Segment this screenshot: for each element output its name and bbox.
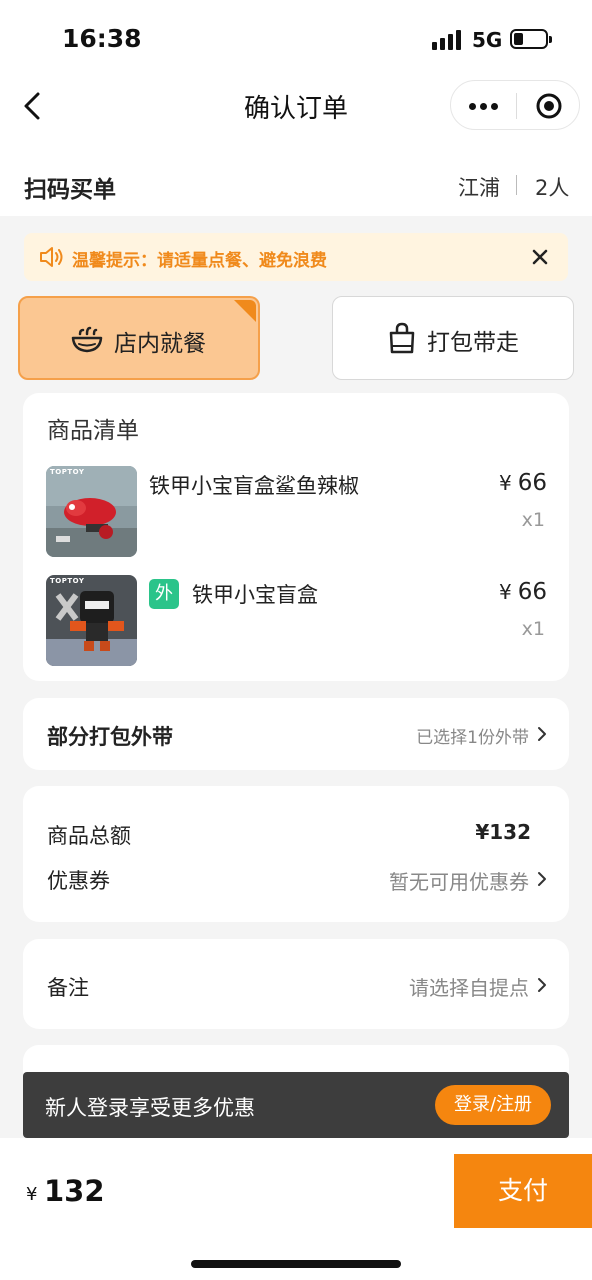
goods-price: ¥66	[499, 470, 547, 496]
goods-total-value: ¥132	[475, 820, 531, 844]
currency-symbol: ¥	[498, 471, 512, 495]
nav-bar: 确认订单	[0, 80, 592, 152]
goods-total-label: 商品总额	[47, 824, 131, 848]
battery-icon	[510, 29, 552, 49]
status-time: 16:38	[62, 24, 142, 53]
partial-takeout-row[interactable]: 部分打包外带 已选择1份外带	[23, 698, 569, 770]
speaker-icon	[40, 247, 63, 267]
goods-quantity: x1	[521, 618, 545, 640]
checkout-bar: ¥ 132 支付	[0, 1138, 592, 1280]
home-indicator[interactable]	[191, 1260, 401, 1268]
order-type-title: 扫码买单	[24, 177, 116, 203]
price-value: 66	[517, 579, 547, 605]
store-name: 江浦	[458, 176, 500, 200]
chevron-right-icon[interactable]	[537, 871, 547, 887]
target-icon	[536, 93, 562, 119]
capsule-divider	[516, 93, 517, 119]
remark-row[interactable]: 备注 请选择自提点	[23, 939, 569, 1029]
product-image	[46, 466, 137, 557]
partial-takeout-label: 部分打包外带	[47, 725, 173, 749]
product-brand-mark: TOPTOY	[50, 577, 85, 585]
close-notice-button[interactable]	[530, 247, 550, 267]
bag-icon	[389, 322, 415, 354]
chevron-right-icon	[538, 978, 546, 992]
remark-value: 请选择自提点	[409, 976, 529, 1000]
price-summary-card: 商品总额 ¥132 优惠券 暂无可用优惠券	[23, 786, 569, 922]
dine-in-button[interactable]: 店内就餐	[18, 296, 260, 380]
price-value: 66	[517, 470, 547, 496]
goods-quantity: x1	[521, 509, 545, 531]
dine-in-label: 店内就餐	[114, 331, 206, 357]
product-brand-mark: TOPTOY	[50, 468, 85, 476]
order-header: 扫码买单 江浦 2人	[0, 152, 592, 216]
notice-banner: 温馨提示：请适量点餐、避免浪费	[24, 233, 568, 281]
takeout-button[interactable]: 打包带走	[332, 296, 574, 380]
login-promo-bar: 新人登录享受更多优惠 登录/注册	[23, 1072, 569, 1138]
goods-name: 铁甲小宝盲盒	[192, 583, 318, 607]
close-icon	[532, 249, 548, 265]
notice-section: 温馨提示：请适量点餐、避免浪费	[0, 216, 592, 296]
goods-name: 铁甲小宝盲盒鲨鱼辣椒	[149, 474, 359, 498]
party-size: 2人	[535, 176, 570, 200]
product-thumbnail: TOPTOY	[46, 575, 137, 666]
product-thumbnail: TOPTOY	[46, 466, 137, 557]
login-promo-text: 新人登录享受更多优惠	[45, 1096, 255, 1120]
coupon-value[interactable]: 暂无可用优惠券	[389, 866, 529, 895]
more-button[interactable]	[467, 93, 501, 119]
header-divider	[516, 175, 517, 195]
total-amount: 132	[44, 1174, 105, 1208]
partial-takeout-value: 已选择1份外带	[416, 728, 529, 748]
goods-item[interactable]: TOPTOY 外 铁甲小宝盲盒 ¥66 x1	[23, 575, 569, 667]
bowl-icon	[71, 326, 103, 353]
product-image	[46, 575, 137, 666]
currency-symbol: ¥	[498, 580, 512, 604]
takeout-badge: 外	[149, 579, 179, 609]
signal-icon	[432, 30, 464, 50]
close-program-button[interactable]	[535, 92, 563, 120]
status-bar: 16:38 5G	[0, 0, 592, 80]
total-currency-symbol: ¥	[26, 1184, 38, 1205]
goods-item[interactable]: TOPTOY 铁甲小宝盲盒鲨鱼辣椒 ¥66 x1	[23, 466, 569, 558]
goods-list-title: 商品清单	[47, 418, 139, 444]
pay-button[interactable]: 支付	[454, 1154, 592, 1228]
chevron-right-icon	[538, 727, 546, 741]
login-register-button[interactable]: 登录/注册	[435, 1085, 551, 1125]
goods-list-card: 商品清单 TOPTOY 铁甲小宝盲盒鲨鱼辣椒 ¥66 x1 TOPTOY 外 铁…	[23, 393, 569, 681]
coupon-label: 优惠券	[47, 869, 110, 893]
network-label: 5G	[472, 28, 503, 52]
selected-corner-mark	[234, 300, 256, 322]
notice-text: 温馨提示：请适量点餐、避免浪费	[72, 251, 327, 271]
battery-level	[514, 33, 523, 45]
mini-program-capsule	[450, 80, 580, 130]
remark-label: 备注	[47, 976, 89, 1000]
goods-price: ¥66	[499, 579, 547, 605]
takeout-label: 打包带走	[427, 330, 519, 356]
